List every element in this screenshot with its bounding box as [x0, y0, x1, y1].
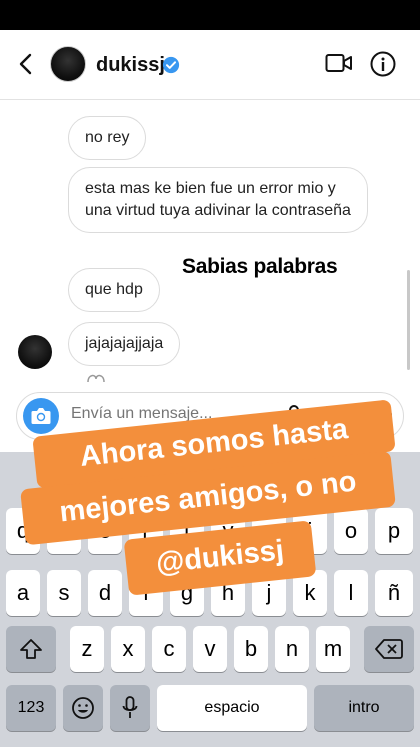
- return-key[interactable]: intro: [314, 685, 414, 731]
- heart-icon: [87, 374, 105, 382]
- shift-key[interactable]: [6, 626, 56, 672]
- story-sticker-text: Sabias palabras: [182, 255, 338, 278]
- camera-icon: [31, 408, 51, 424]
- emoji-key[interactable]: [63, 685, 103, 731]
- shift-icon: [20, 639, 42, 659]
- camera-button[interactable]: [23, 398, 59, 434]
- backspace-icon: [375, 639, 403, 659]
- numbers-key[interactable]: 123: [6, 685, 56, 731]
- microphone-icon: [122, 696, 138, 718]
- key-o[interactable]: o: [334, 508, 368, 554]
- instagram-dm-screen: dukissj no rey esta mas ke bien fue un e…: [0, 0, 420, 747]
- backspace-key[interactable]: [364, 626, 414, 672]
- chat-username[interactable]: dukissj: [96, 54, 165, 77]
- avatar[interactable]: [50, 46, 86, 82]
- verified-badge-icon: [162, 56, 180, 74]
- info-icon[interactable]: [370, 51, 396, 77]
- chat-header: dukissj: [0, 30, 420, 100]
- key-m[interactable]: m: [316, 626, 350, 672]
- key-l[interactable]: l: [334, 570, 368, 616]
- scrollbar[interactable]: [407, 270, 410, 370]
- key-s[interactable]: s: [47, 570, 81, 616]
- key-p[interactable]: p: [375, 508, 413, 554]
- key-c[interactable]: c: [152, 626, 186, 672]
- key-b[interactable]: b: [234, 626, 268, 672]
- message-list[interactable]: no rey esta mas ke bien fue un error mio…: [0, 100, 420, 382]
- key-n[interactable]: n: [275, 626, 309, 672]
- key-a[interactable]: a: [6, 570, 40, 616]
- key-v[interactable]: v: [193, 626, 227, 672]
- dictation-key[interactable]: [110, 685, 150, 731]
- message-bubble[interactable]: jajajajajjaja: [68, 322, 181, 366]
- status-strip: [0, 0, 420, 30]
- emoji-icon: [72, 697, 94, 719]
- message-bubble[interactable]: que hdp: [68, 268, 160, 312]
- key-d[interactable]: d: [88, 570, 122, 616]
- back-arrow-icon[interactable]: [14, 52, 38, 76]
- message-bubble[interactable]: no rey: [68, 116, 147, 160]
- space-key[interactable]: espacio: [157, 685, 307, 731]
- sender-avatar[interactable]: [18, 335, 52, 369]
- message-bubble[interactable]: esta mas ke bien fue un error mio y una …: [68, 167, 368, 233]
- key-x[interactable]: x: [111, 626, 145, 672]
- key-z[interactable]: z: [70, 626, 104, 672]
- key-n-tilde[interactable]: ñ: [375, 570, 413, 616]
- video-call-icon[interactable]: [325, 52, 353, 74]
